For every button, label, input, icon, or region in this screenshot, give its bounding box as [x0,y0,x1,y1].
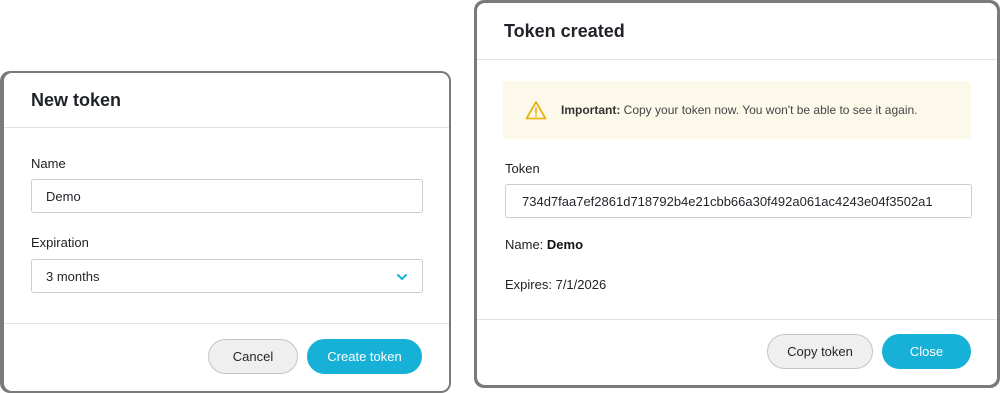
create-token-button[interactable]: Create token [307,339,422,374]
close-button[interactable]: Close [882,334,971,369]
token-created-dialog-footer: Copy token Close [477,319,997,385]
important-alert: Important: Copy your token now. You won'… [503,81,971,139]
new-token-dialog-header: New token [4,73,449,128]
expiration-label: Expiration [31,235,89,250]
alert-text: Copy your token now. You won't be able t… [623,103,918,117]
warning-triangle-icon [525,101,547,120]
token-expires-label: Expires: [505,277,552,292]
token-expires-value: 7/1/2026 [555,277,607,292]
alert-message: Important: Copy your token now. You won'… [561,103,918,117]
token-name-value: Demo [546,237,584,252]
alert-emphasis: Important: [561,103,621,117]
expiration-selected-value: 3 months [46,268,100,284]
token-created-dialog-title: Token created [504,20,625,41]
token-created-dialog-header: Token created [477,3,997,60]
token-input[interactable] [505,184,972,218]
new-token-dialog: New token Name Expiration 3 months Cance… [4,73,449,391]
expiration-select[interactable]: 3 months [31,259,423,293]
token-label: Token [505,161,540,176]
token-name-label: Name: [505,237,544,252]
copy-token-button[interactable]: Copy token [767,334,873,369]
cancel-button[interactable]: Cancel [208,339,298,374]
token-name-line: Name: Demo [505,237,583,252]
chevron-down-icon [397,274,407,280]
name-label: Name [31,156,66,171]
new-token-dialog-title: New token [31,89,122,110]
name-input[interactable] [31,179,423,213]
token-created-dialog: Token created Important: Copy your token… [477,3,997,385]
new-token-dialog-footer: Cancel Create token [4,323,449,391]
token-expires-line: Expires: 7/1/2026 [505,277,606,292]
